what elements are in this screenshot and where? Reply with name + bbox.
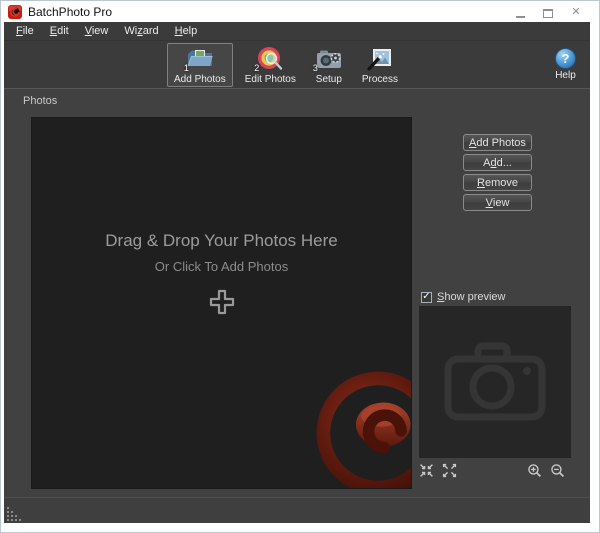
label-pre: A — [483, 156, 491, 169]
process-icon — [366, 46, 394, 73]
toolbar-item-label: Edit Photos — [244, 73, 296, 85]
edit-photos-icon: 2 — [254, 46, 284, 73]
help-icon: ? — [555, 48, 576, 69]
photos-panel-label: Photos — [23, 95, 58, 107]
checkmark-icon: ✓ — [422, 290, 431, 302]
checkbox-label: Show preview — [437, 291, 505, 303]
close-icon: ✕ — [571, 4, 581, 18]
view-button[interactable]: View — [463, 194, 532, 211]
label-key: A — [469, 136, 477, 149]
close-button[interactable]: ✕ — [569, 4, 583, 18]
maximize-icon — [543, 8, 553, 18]
toolbar-steps: 1 Add Photos 2 Edit Photos 3 Setup Proce… — [167, 42, 405, 87]
batchphoto-watermark-icon — [315, 370, 411, 488]
resize-grip-icon[interactable] — [6, 506, 22, 522]
label-post: iew — [492, 196, 510, 209]
photo-actions: Add Photos Ad d... Remove View — [463, 134, 532, 211]
label-key: V — [485, 196, 493, 209]
app-window: BatchPhoto Pro ✕ File Edit View Wizard H… — [0, 0, 600, 533]
toolbar-item-label: Add Photos — [174, 73, 226, 85]
label-key: E — [49, 25, 58, 37]
menu-wizard[interactable]: Wizard — [116, 23, 166, 39]
photo-dropzone[interactable]: Drag & Drop Your Photos Here Or Click To… — [31, 117, 412, 489]
add-photos-icon: 1 — [183, 46, 214, 73]
menubar: File Edit View Wizard Help — [4, 22, 590, 41]
zoom-out-icon[interactable] — [550, 463, 565, 478]
label-key: V — [84, 25, 92, 37]
dropzone-title: Drag & Drop Your Photos Here — [105, 230, 338, 250]
toolbar-setup[interactable]: 3 Setup — [308, 43, 350, 87]
add-photos-button[interactable]: Add Photos — [463, 134, 532, 151]
app-logo-icon — [8, 4, 22, 19]
step-badge: 2 — [254, 62, 260, 73]
preview-pane — [419, 306, 571, 458]
maximize-button[interactable] — [541, 6, 555, 18]
label-post: ard — [142, 25, 159, 37]
toolbar-edit-photos[interactable]: 2 Edit Photos — [238, 43, 303, 87]
label-key: H — [174, 25, 183, 37]
add-plus-icon — [209, 289, 235, 320]
checkbox-icon[interactable]: ✓ — [421, 290, 432, 303]
toolbar-add-photos[interactable]: 1 Add Photos — [167, 42, 233, 87]
label-post: iew — [91, 25, 109, 37]
dropzone-subtitle: Or Click To Add Photos — [154, 258, 289, 274]
remove-button[interactable]: Remove — [463, 174, 532, 191]
zoom-in-icon[interactable] — [527, 463, 542, 478]
label-post: emove — [484, 176, 518, 189]
label-pre: Wi — [124, 25, 138, 37]
label-post: ile — [22, 25, 34, 37]
minimize-button[interactable] — [513, 6, 527, 18]
actual-size-icon[interactable] — [442, 463, 457, 478]
titlebar: BatchPhoto Pro ✕ — [1, 1, 599, 22]
statusbar — [4, 497, 590, 523]
menu-file[interactable]: File — [8, 23, 42, 39]
minimize-icon — [515, 10, 525, 18]
window-title: BatchPhoto Pro — [28, 4, 113, 19]
show-preview-checkbox[interactable]: ✓ Show preview — [421, 291, 505, 303]
menu-edit[interactable]: Edit — [42, 23, 77, 39]
fit-to-window-icon[interactable] — [419, 463, 434, 478]
step-badge: 1 — [183, 62, 189, 73]
label-post: dit — [57, 25, 69, 37]
label-key: F — [16, 25, 23, 37]
toolbar-item-label: Process — [361, 73, 398, 85]
label-post: dd Photos — [476, 136, 526, 149]
add-button[interactable]: Ad d... — [463, 154, 532, 171]
client-area: File Edit View Wizard Help 1 Add Photos … — [4, 22, 590, 523]
setup-icon: 3 — [312, 46, 343, 73]
menu-help[interactable]: Help — [167, 23, 206, 39]
toolbar-item-label: Setup — [315, 73, 342, 85]
photos-panel: Photos Drag & Drop Your Photos Here Or C… — [4, 89, 590, 497]
toolbar: 1 Add Photos 2 Edit Photos 3 Setup Proce… — [4, 41, 590, 89]
label-post: how preview — [444, 291, 506, 303]
preview-toolbar — [419, 461, 571, 479]
menu-view[interactable]: View — [77, 23, 117, 39]
help-label: Help — [555, 70, 576, 81]
label-key: R — [477, 176, 485, 189]
toolbar-help[interactable]: ? Help — [555, 48, 576, 81]
step-badge: 3 — [312, 62, 318, 73]
label-post: elp — [182, 25, 198, 37]
camera-placeholder-icon — [434, 332, 556, 433]
toolbar-process[interactable]: Process — [355, 43, 405, 87]
window-controls: ✕ — [513, 4, 599, 18]
label-post: d... — [496, 156, 512, 169]
